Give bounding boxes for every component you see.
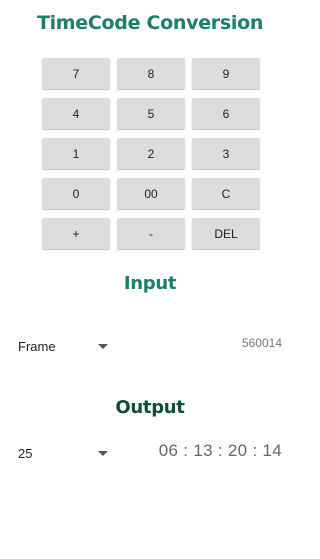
delete-button[interactable]: DEL [192, 218, 260, 249]
output-timecode: 06 : 13 : 20 : 14 [158, 441, 282, 460]
input-unit-selected: Frame [18, 338, 56, 354]
output-fps-dropdown[interactable]: 25 [18, 442, 110, 464]
minus-button[interactable]: - [117, 218, 185, 249]
key-00[interactable]: 00 [117, 178, 185, 209]
key-4[interactable]: 4 [42, 98, 110, 129]
key-3[interactable]: 3 [192, 138, 260, 169]
key-1[interactable]: 1 [42, 138, 110, 169]
input-unit-dropdown[interactable]: Frame [18, 335, 110, 357]
key-2[interactable]: 2 [117, 138, 185, 169]
key-5[interactable]: 5 [117, 98, 185, 129]
plus-button[interactable]: + [42, 218, 110, 249]
chevron-down-icon [98, 343, 108, 349]
key-7[interactable]: 7 [42, 58, 110, 89]
output-fps-selected: 25 [18, 445, 33, 461]
output-heading: Output [115, 397, 185, 418]
key-0[interactable]: 0 [42, 178, 110, 209]
key-9[interactable]: 9 [192, 58, 260, 89]
key-8[interactable]: 8 [117, 58, 185, 89]
keypad: 7 8 9 4 5 6 1 2 3 0 00 C + - DEL [42, 58, 260, 249]
key-6[interactable]: 6 [192, 98, 260, 129]
input-value[interactable]: 560014 [242, 336, 282, 350]
clear-button[interactable]: C [192, 178, 260, 209]
chevron-down-icon [98, 450, 108, 456]
app-title: TimeCode Conversion [36, 12, 264, 34]
input-heading: Input [123, 273, 177, 294]
